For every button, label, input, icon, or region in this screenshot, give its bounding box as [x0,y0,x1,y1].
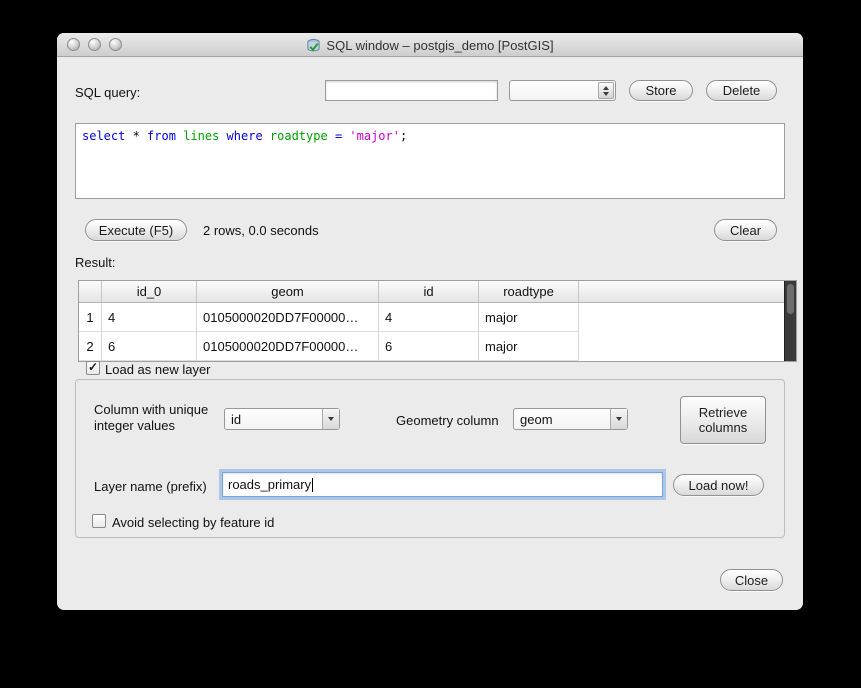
minimize-window-button[interactable] [88,38,101,51]
unique-column-label-line2: integer values [94,418,175,433]
unique-column-value: id [225,412,322,427]
chevron-down-icon [322,409,339,429]
avoid-selecting-label: Avoid selecting by feature id [112,515,274,530]
window-title: SQL window – postgis_demo [PostGIS] [326,38,553,53]
row-number: 1 [79,303,102,332]
row-number: 2 [79,332,102,361]
header-corner[interactable] [79,281,102,302]
sql-token-kw: select [82,129,125,143]
result-cell[interactable]: 4 [379,303,479,332]
result-table-body: 140105000020DD7F00000…4major260105000020… [79,303,796,361]
sql-token-pl: ; [400,129,407,143]
unique-column-label-line1: Column with unique [94,402,208,417]
sql-editor[interactable]: select * from lines where roadtype = 'ma… [75,123,785,199]
table-row[interactable]: 140105000020DD7F00000…4major [79,303,796,332]
table-scrollbar[interactable] [784,281,796,361]
sql-token-pl [219,129,226,143]
stepper-updown-icon [598,82,614,99]
result-cell[interactable]: 0105000020DD7F00000… [197,332,379,361]
sql-token-id: roadtype [270,129,328,143]
result-cell[interactable]: major [479,332,579,361]
result-cell[interactable]: major [479,303,579,332]
layer-name-value: roads_primary [228,477,311,492]
column-header-geom[interactable]: geom [197,281,379,302]
result-cell[interactable]: 4 [102,303,197,332]
retrieve-columns-button[interactable]: Retrieve columns [680,396,766,444]
stored-query-combo[interactable] [509,80,616,101]
column-header-id[interactable]: id [379,281,479,302]
layer-name-input[interactable]: roads_primary [222,472,663,497]
scrollbar-thumb[interactable] [787,284,794,314]
text-caret [312,478,313,492]
geometry-column-label: Geometry column [396,413,499,428]
geometry-column-value: geom [514,412,610,427]
delete-button[interactable]: Delete [706,80,777,101]
sql-token-pl: * [125,129,147,143]
clear-button[interactable]: Clear [714,219,777,241]
load-as-new-layer-checkbox[interactable]: ✓ [86,361,100,375]
chevron-down-icon [610,409,627,429]
traffic-lights [67,38,122,51]
column-header-roadtype[interactable]: roadtype [479,281,579,302]
result-cell[interactable]: 6 [379,332,479,361]
column-header-id_0[interactable]: id_0 [102,281,197,302]
close-button[interactable]: Close [720,569,783,591]
load-now-button[interactable]: Load now! [673,474,764,496]
result-table-header: id_0geomidroadtype [79,281,796,303]
sql-token-kw: where [227,129,263,143]
result-cell[interactable]: 0105000020DD7F00000… [197,303,379,332]
sql-window-icon [306,38,321,53]
execute-button[interactable]: Execute (F5) [85,219,187,241]
sql-token-pl [263,129,270,143]
titlebar[interactable]: SQL window – postgis_demo [PostGIS] [57,33,803,57]
result-cell[interactable]: 6 [102,332,197,361]
unique-column-combo[interactable]: id [224,408,340,430]
query-status-text: 2 rows, 0.0 seconds [203,223,319,238]
result-label: Result: [75,255,115,270]
close-window-button[interactable] [67,38,80,51]
sql-window: SQL window – postgis_demo [PostGIS] SQL … [57,33,803,610]
table-row[interactable]: 260105000020DD7F00000…6major [79,332,796,361]
store-button[interactable]: Store [629,80,693,101]
load-options-group: Column with unique integer values id Geo… [75,379,785,538]
sql-query-label: SQL query: [75,85,140,100]
window-title-area: SQL window – postgis_demo [PostGIS] [57,33,803,57]
avoid-selecting-checkbox[interactable] [92,514,106,528]
sql-token-str: 'major' [349,129,400,143]
sql-token-kw: from [147,129,176,143]
checkmark-icon: ✓ [88,361,98,373]
sql-code: select * from lines where roadtype = 'ma… [82,129,778,143]
sql-token-pl [328,129,335,143]
sql-token-id: lines [183,129,219,143]
layer-name-label: Layer name (prefix) [94,479,207,494]
load-as-new-layer-label: Load as new layer [105,362,211,377]
result-table: id_0geomidroadtype 140105000020DD7F00000… [78,280,797,362]
geometry-column-combo[interactable]: geom [513,408,628,430]
zoom-window-button[interactable] [109,38,122,51]
query-name-input[interactable] [325,80,498,101]
